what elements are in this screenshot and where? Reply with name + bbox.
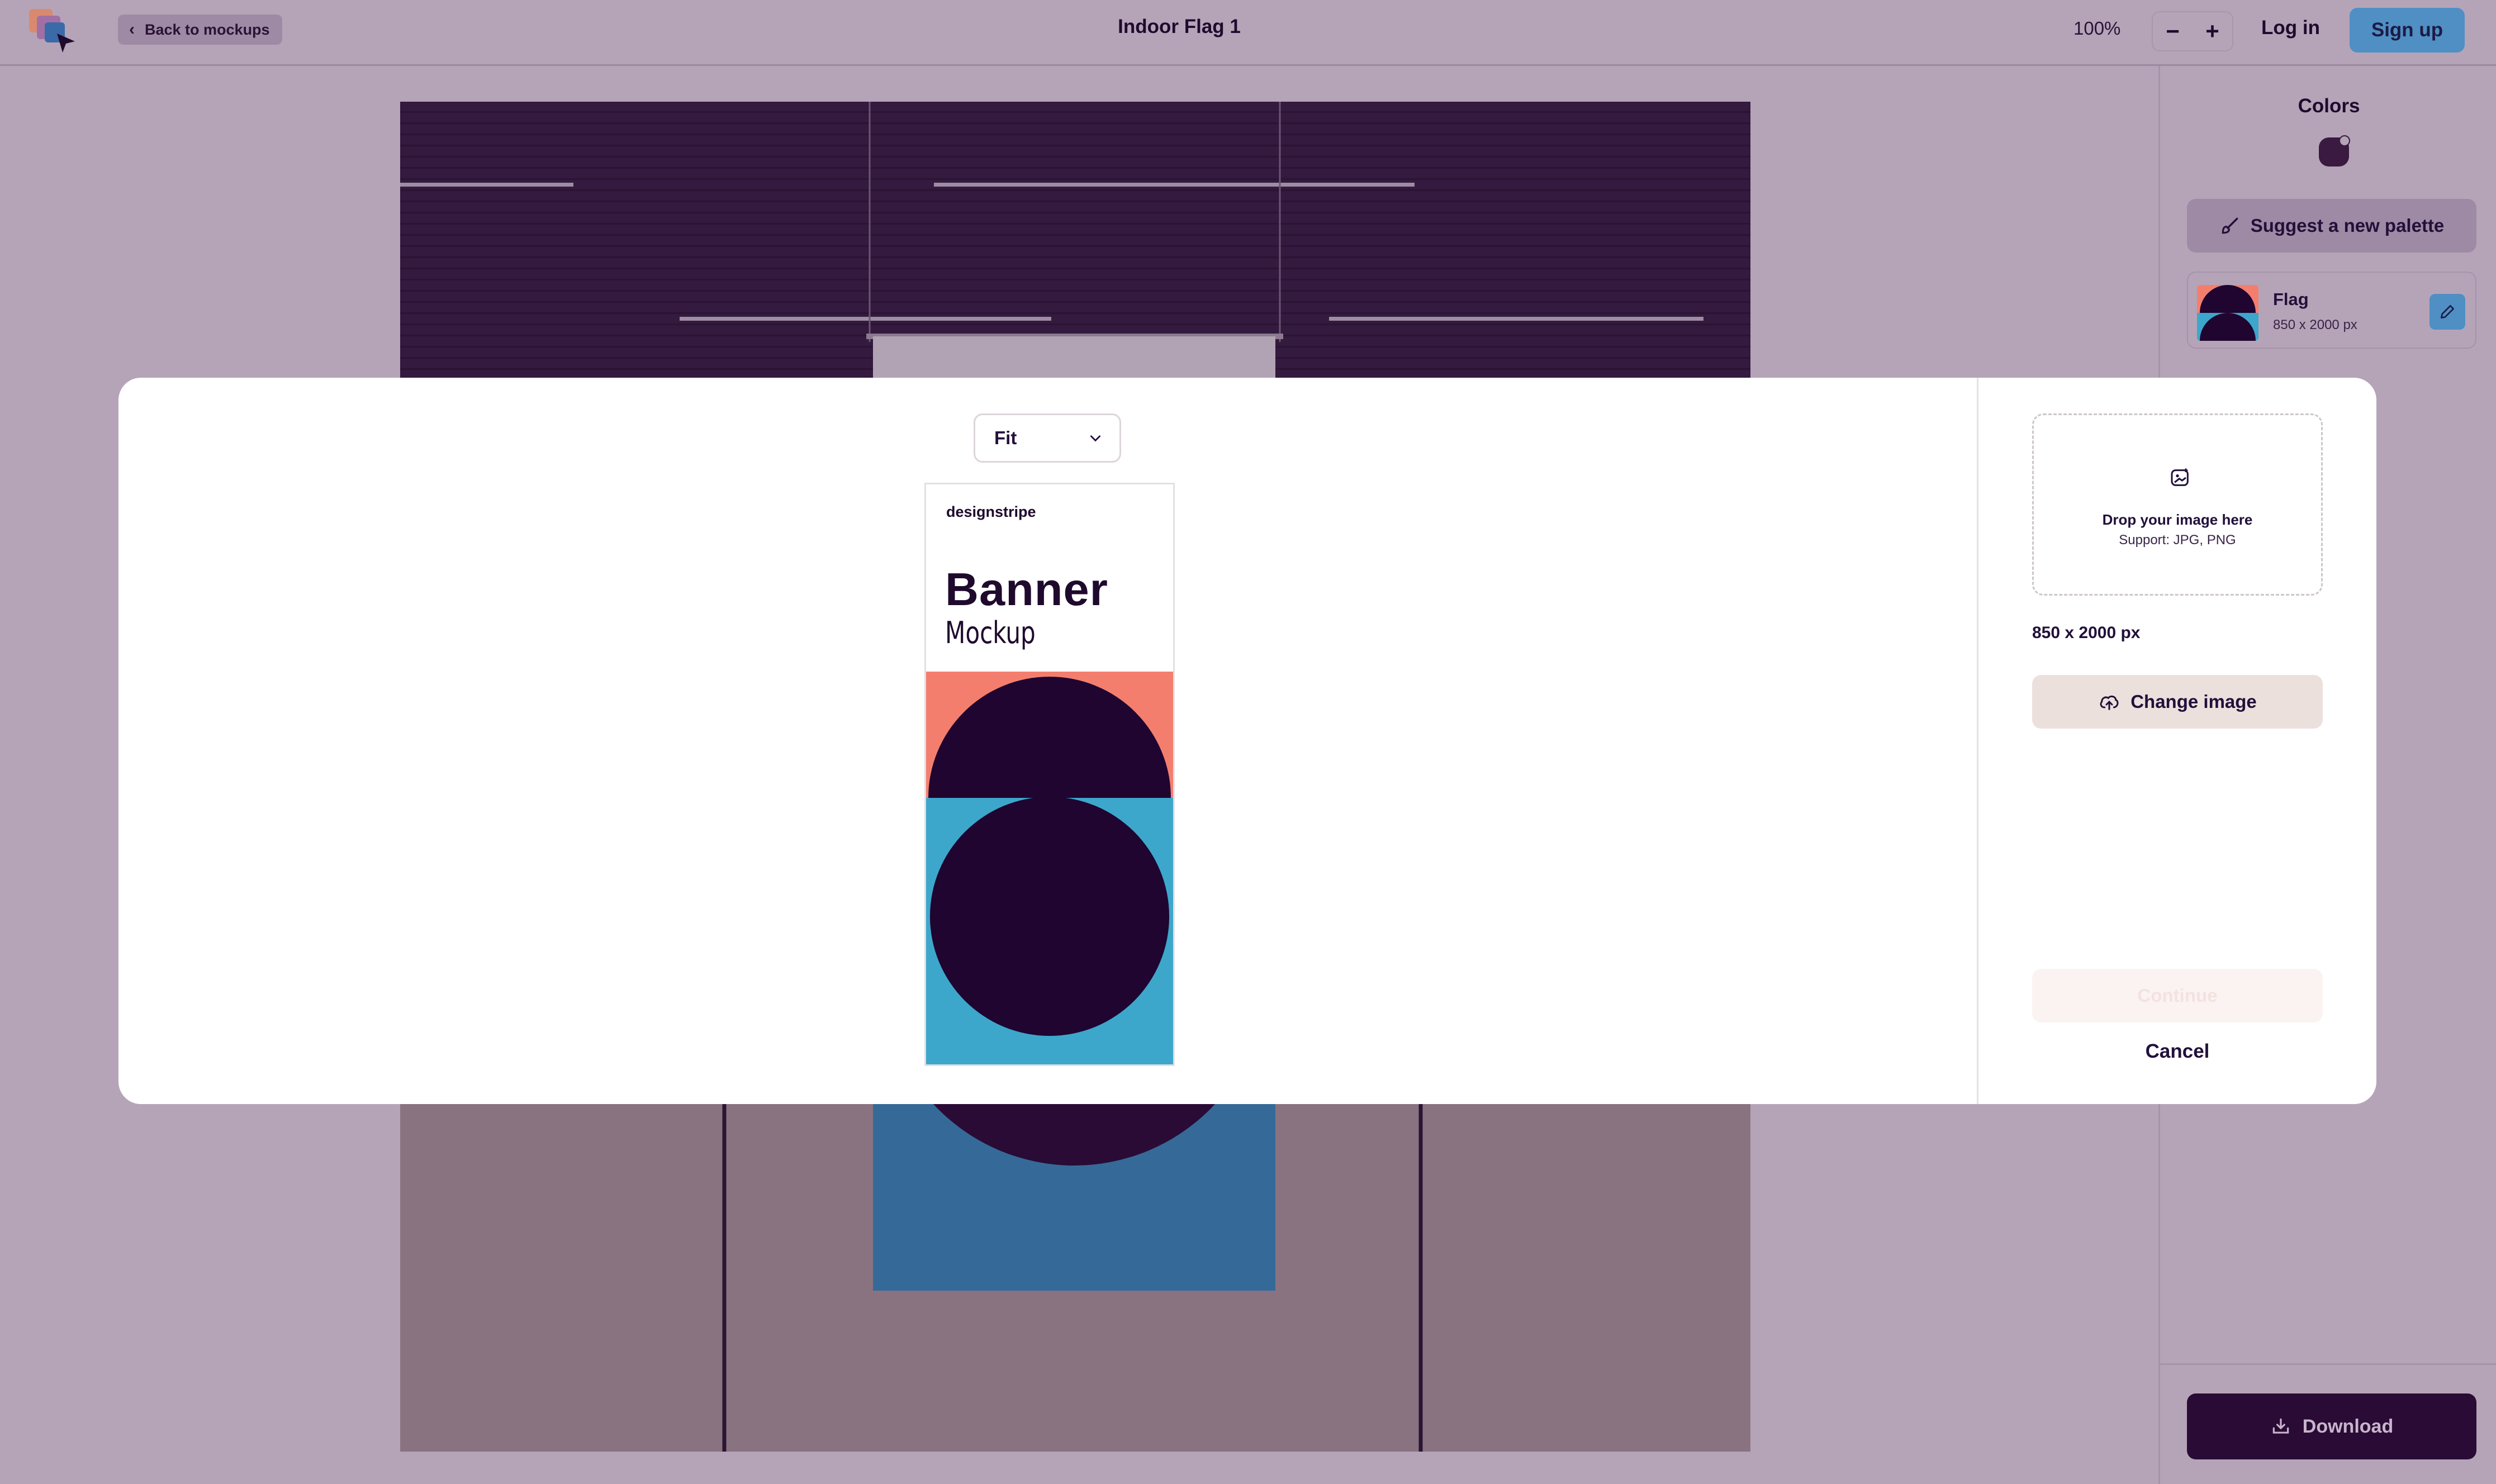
image-dropzone[interactable]: Drop your image here Support: JPG, PNG [2032, 413, 2323, 596]
download-icon [2272, 1418, 2289, 1434]
banner-subtitle: Mockup [945, 615, 1036, 650]
login-link[interactable]: Log in [2261, 17, 2320, 39]
banner-preview[interactable]: designstripe Banner Mockup [924, 483, 1175, 1066]
layer-size: 850 x 2000 px [2273, 317, 2357, 332]
edit-icon [2441, 305, 2454, 318]
back-label: Back to mockups [145, 21, 270, 38]
image-upload-modal: Fit designstripe Banner Mockup Drop your… [118, 378, 2376, 1104]
dropzone-title: Drop your image here [2102, 511, 2253, 528]
colors-heading: Colors [2298, 95, 2360, 117]
layer-thumbnail [2197, 285, 2258, 341]
banner-brand: designstripe [946, 503, 1036, 520]
change-image-button[interactable]: Change image [2032, 675, 2323, 729]
banner-title: Banner [945, 563, 1108, 615]
color-swatch[interactable] [2317, 133, 2352, 169]
layer-name: Flag [2273, 289, 2309, 309]
signup-button[interactable]: Sign up [2350, 8, 2465, 53]
back-to-mockups-button[interactable]: ‹ Back to mockups [118, 15, 282, 45]
download-label: Download [2302, 1415, 2394, 1437]
layer-card-flag[interactable]: Flag 850 x 2000 px [2187, 272, 2476, 349]
fit-value: Fit [994, 427, 1017, 448]
image-size: 850 x 2000 px [2032, 624, 2141, 642]
zoom-out-button[interactable]: − [2153, 12, 2193, 50]
page-title: Indoor Flag 1 [1118, 16, 1241, 37]
edit-layer-button[interactable] [2429, 294, 2465, 330]
dropzone-subtitle: Support: JPG, PNG [2119, 532, 2236, 548]
chevron-down-icon [1090, 435, 1100, 442]
continue-button[interactable]: Continue [2032, 969, 2323, 1022]
brush-icon [2222, 217, 2238, 234]
change-image-label: Change image [2130, 691, 2257, 712]
modal-divider [1977, 378, 1978, 1104]
upload-icon [2100, 695, 2119, 710]
image-icon [2171, 468, 2189, 486]
suggest-palette-button[interactable]: Suggest a new palette [2187, 199, 2476, 253]
download-button[interactable]: Download [2187, 1393, 2476, 1459]
zoom-in-button[interactable]: + [2193, 12, 2232, 50]
top-bar: ‹ Back to mockups Indoor Flag 1 100% − +… [0, 0, 2496, 66]
suggest-palette-label: Suggest a new palette [2250, 215, 2445, 236]
fit-dropdown[interactable]: Fit [974, 413, 1121, 463]
zoom-level: 100% [2073, 18, 2121, 39]
cancel-button[interactable]: Cancel [2032, 1040, 2323, 1068]
chevron-left-icon: ‹ [129, 20, 135, 39]
logo-icon[interactable] [28, 8, 78, 55]
banner-artwork [926, 672, 1173, 1064]
zoom-controls: − + [2152, 11, 2233, 51]
panel-divider [2160, 1363, 2496, 1365]
